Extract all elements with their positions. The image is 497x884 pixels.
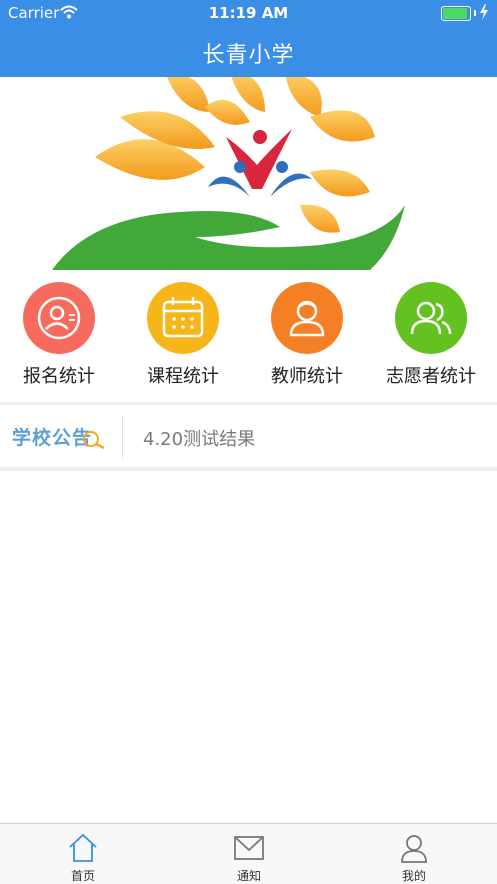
menu-item-registration-stats[interactable]: 报名统计 [0,280,121,398]
magnifier-icon [83,431,105,450]
tab-profile[interactable]: 我的 [331,824,497,884]
tab-home[interactable]: 首页 [0,824,166,884]
section-divider [0,467,497,471]
notice-text[interactable]: 4.20测试结果 [143,425,255,451]
menu-label: 报名统计 [23,366,95,387]
calendar-icon [147,282,219,354]
tab-label: 通知 [236,869,261,883]
school-notice-row[interactable]: 学校公告 4.20测试结果 [0,405,497,467]
teacher-icon [271,282,343,354]
battery-icon [441,6,471,21]
menu-item-teacher-stats[interactable]: 教师统计 [245,280,369,398]
menu-label: 志愿者统计 [386,366,476,387]
menu-label: 课程统计 [147,366,219,387]
status-bar: Carrier 11:19 AM [0,0,497,26]
mail-icon [233,832,265,868]
quick-menu: 报名统计 课程统计 教师统计 志愿者统计 [0,270,497,402]
sunflower-logo-icon [52,77,405,270]
battery-tip [474,10,476,16]
menu-label: 教师统计 [271,366,343,387]
user-register-icon [23,282,95,354]
navigation-bar: 长青小学 [0,26,497,77]
status-time: 11:19 AM [208,4,289,22]
notice-separator [122,416,123,458]
volunteers-icon [395,282,467,354]
charging-icon [479,4,489,24]
tab-label: 我的 [401,869,426,883]
tab-notifications[interactable]: 通知 [166,824,332,884]
page-title: 长青小学 [202,43,295,68]
home-icon [67,832,99,868]
menu-item-volunteer-stats[interactable]: 志愿者统计 [369,280,493,398]
profile-icon [398,832,430,868]
notice-logo: 学校公告 [12,427,93,449]
tab-label: 首页 [70,869,95,883]
tab-bar: 首页 通知 我的 [0,823,497,884]
menu-item-course-stats[interactable]: 课程统计 [121,280,245,398]
banner-image [0,77,497,270]
